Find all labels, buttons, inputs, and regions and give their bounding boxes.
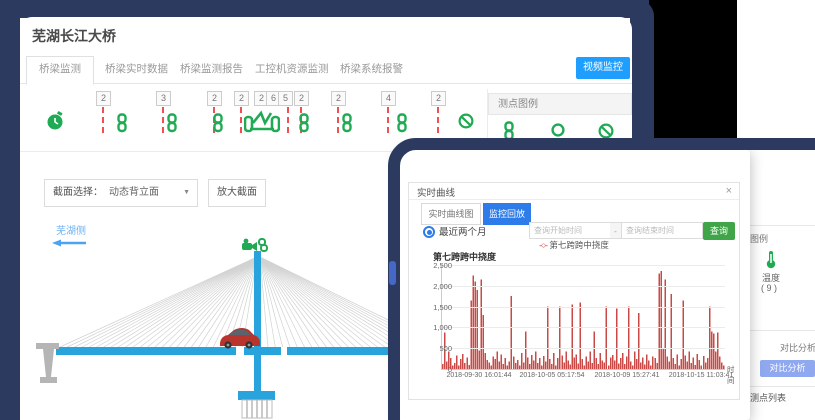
section-select[interactable]: 截面选择： 动态背立面 ▼ — [44, 179, 198, 207]
divider — [740, 330, 815, 331]
link-sensor-icon[interactable] — [116, 113, 132, 131]
overlay-frame-top — [0, 0, 649, 18]
realtime-curve-modal: 实时曲线 × 实时曲线图 监控回放 最近两个月 - 查询 -○- 第七跨跨中挠度… — [398, 150, 750, 420]
close-icon[interactable]: × — [726, 184, 732, 198]
deflection-chart-plot — [441, 265, 725, 370]
chart-bars — [442, 265, 725, 369]
tab-playback[interactable]: 监控回放 — [483, 203, 531, 225]
disabled-sensor-icon[interactable] — [458, 113, 474, 131]
sensor-count-badge[interactable]: 2 — [96, 91, 111, 106]
temp-count: ( 9 ) — [761, 283, 777, 293]
deck-joint — [236, 347, 244, 355]
gridline — [442, 307, 725, 308]
date-range-separator: - — [610, 222, 621, 239]
alarm-dash-line — [240, 107, 242, 133]
divider — [740, 225, 815, 226]
link-sensor-icon[interactable] — [212, 113, 228, 131]
video-black-region — [649, 0, 737, 139]
stopwatch-sensor-icon[interactable] — [46, 111, 62, 129]
y-tick-label: 2,500 — [412, 261, 452, 270]
section-select-label: 截面选择： — [53, 180, 103, 206]
bearing-sensor-group-icon[interactable] — [244, 109, 260, 127]
sensor-count-badge[interactable]: 2 — [331, 91, 346, 106]
sensor-count-badge[interactable]: 5 — [278, 91, 293, 106]
recent-two-months-label: 最近两个月 — [439, 224, 487, 238]
x-tick-label: 2018-10-15 11:03:41 — [666, 372, 736, 379]
tower-pedestal — [238, 391, 275, 400]
legend-panel-icons — [488, 121, 632, 151]
main-tab-3[interactable]: 桥梁监测报告 — [168, 57, 255, 82]
gridline — [442, 327, 725, 328]
x-axis-title: 时间 — [727, 364, 739, 386]
y-tick-label: 2,000 — [412, 282, 452, 291]
tab-realtime-curve[interactable]: 实时曲线图 — [421, 203, 481, 225]
link-sensor-icon[interactable] — [298, 113, 314, 131]
dialog-title: 实时曲线 — [417, 185, 455, 199]
legend-link-icon[interactable] — [503, 121, 519, 139]
list-title: 测点列表 — [750, 391, 786, 404]
tower-piles — [242, 400, 272, 418]
alarm-dash-line — [387, 107, 389, 133]
link-sensor-icon[interactable] — [166, 113, 182, 131]
link-sensor-icon[interactable] — [396, 113, 412, 131]
sensor-count-badge[interactable]: 4 — [381, 91, 396, 106]
main-tabbar: 桥梁监测桥梁实时数据桥梁监测报告工控机资源监测桥梁系统报警 视频监控 — [20, 53, 632, 84]
gridline — [442, 265, 725, 266]
sensor-count-badge[interactable]: 2 — [207, 91, 222, 106]
chevron-down-icon: ▼ — [183, 180, 190, 206]
alarm-dash-line — [162, 107, 164, 133]
dialog-header: 实时曲线 × — [409, 183, 739, 200]
page-title: 芜湖长江大桥 — [32, 26, 116, 46]
y-tick-label: 1,500 — [412, 303, 452, 312]
legend-panel-header: 测点图例 — [488, 93, 632, 115]
compare-title: 对比分析 — [780, 341, 815, 354]
x-tick-label: 2018-09-30 16:01:44 — [444, 372, 514, 379]
query-end-time-input[interactable] — [621, 222, 703, 239]
gridline — [442, 348, 725, 349]
section-select-value: 动态背立面 — [109, 180, 159, 206]
screen: 图例 温度 ( 9 ) 对比分析 对比分析 测点列表 芜湖长江大桥 桥梁监测桥梁… — [0, 0, 815, 420]
zoom-section-button[interactable]: 放大截面 — [208, 179, 266, 207]
alarm-dash-line — [287, 107, 289, 133]
query-start-time-input[interactable] — [529, 222, 611, 239]
legend-ring-icon[interactable] — [551, 123, 567, 141]
link-sensor-icon[interactable] — [259, 239, 267, 251]
overlay-frame-right — [630, 0, 654, 142]
y-tick-label: 500 — [412, 344, 452, 353]
overlay-frame-left — [0, 0, 20, 420]
main-tab-4[interactable]: 工控机资源监测 — [243, 57, 341, 82]
sensor-count-badge[interactable]: 3 — [156, 91, 171, 106]
camera-icon[interactable] — [242, 239, 257, 251]
main-tab-1[interactable]: 桥梁监测 — [26, 56, 94, 85]
legend-marker-icon: -○- — [539, 240, 547, 250]
main-tab-2[interactable]: 桥梁实时数据 — [93, 57, 180, 82]
deck-joint — [281, 347, 287, 355]
video-monitor-button[interactable]: 视频监控 — [576, 57, 630, 79]
x-tick-label: 2018-10-09 15:27:41 — [592, 372, 662, 379]
legend-ban-icon[interactable] — [598, 123, 614, 141]
alarm-dash-line — [437, 107, 439, 133]
alarm-dash-line — [337, 107, 339, 133]
overlay-scroll-thumb — [389, 261, 396, 285]
alarm-dash-line — [102, 107, 104, 133]
curve-dialog: 实时曲线 × 实时曲线图 监控回放 最近两个月 - 查询 -○- 第七跨跨中挠度… — [408, 182, 740, 400]
legend-label: 第七跨跨中挠度 — [549, 240, 609, 250]
right-panel-header: 图例 — [750, 232, 768, 245]
bridge-tower — [254, 251, 261, 396]
gridline — [442, 286, 725, 287]
compare-button[interactable]: 对比分析 — [760, 360, 815, 377]
left-abutment-pier — [36, 343, 59, 383]
sensor-count-badge[interactable]: 2 — [294, 91, 309, 106]
query-button[interactable]: 查询 — [703, 222, 735, 240]
divider — [740, 386, 815, 387]
sensor-count-badge[interactable]: 2 — [431, 91, 446, 106]
x-tick-label: 2018-10-05 05:17:54 — [517, 372, 587, 379]
y-tick-label: 1,000 — [412, 323, 452, 332]
recent-two-months-radio[interactable] — [423, 226, 435, 238]
main-tab-5[interactable]: 桥梁系统报警 — [328, 57, 415, 82]
link-sensor-icon[interactable] — [341, 113, 357, 131]
sensor-count-badge[interactable]: 2 — [234, 91, 249, 106]
page-right-panel: 图例 温度 ( 9 ) 对比分析 对比分析 测点列表 — [740, 0, 815, 420]
